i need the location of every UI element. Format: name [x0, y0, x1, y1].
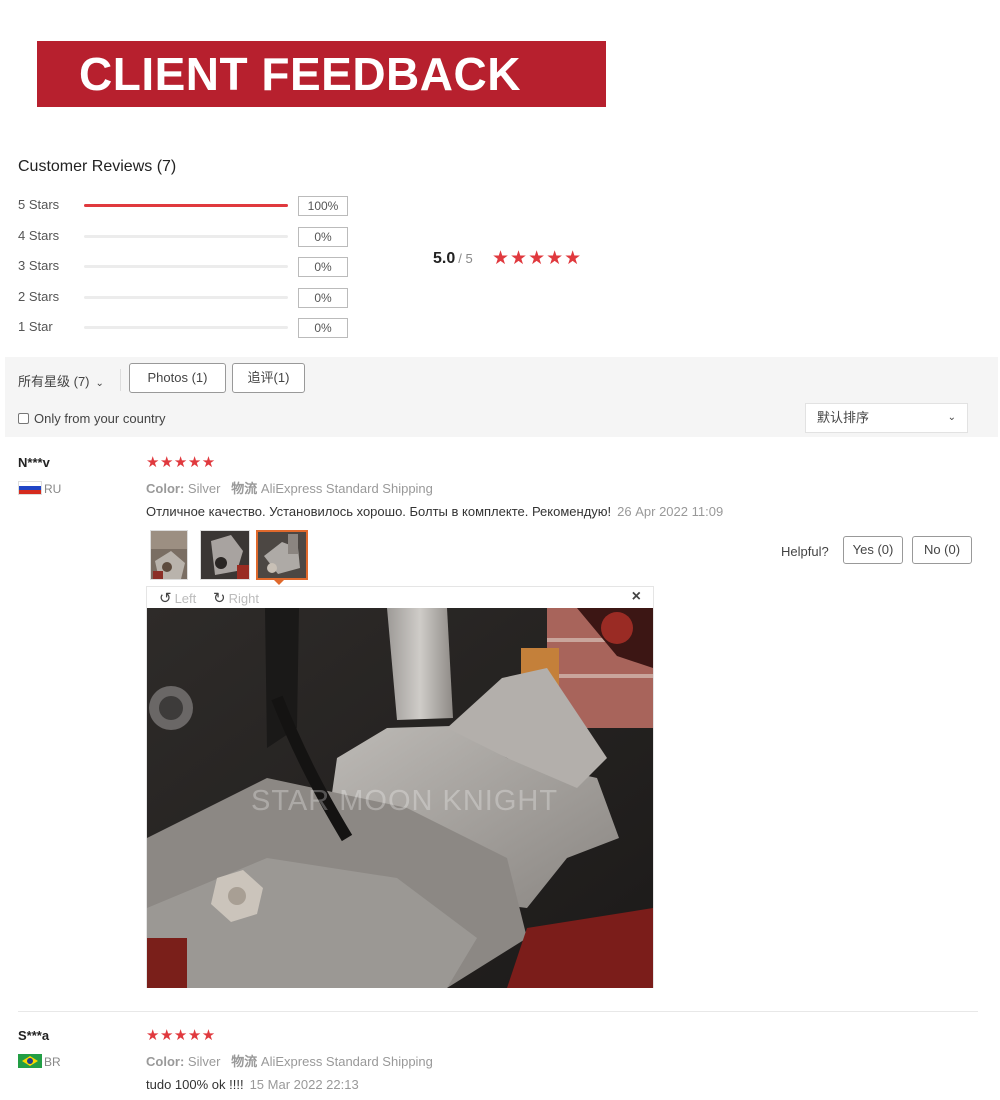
color-key: Color:	[146, 1054, 185, 1069]
rating-filter-label: 所有星级 (7)	[18, 374, 90, 389]
review-text: Отличное качество. Установилось хорошо. …	[146, 504, 612, 519]
color-value: Silver	[187, 1054, 221, 1069]
review-divider	[18, 1011, 978, 1012]
shipping-key: 物流	[231, 1054, 258, 1069]
rating-label: 5 Stars	[18, 197, 60, 212]
review-date: 26 Apr 2022 11:09	[617, 504, 724, 519]
rating-percent: 0%	[298, 318, 348, 338]
followup-filter-button[interactable]: 追评(1)	[232, 363, 305, 393]
review-photo-thumbnail[interactable]	[150, 530, 188, 580]
country-filter-label: Only from your country	[34, 411, 166, 426]
rating-bar-track	[84, 235, 288, 238]
rating-label: 2 Stars	[18, 289, 60, 304]
rating-row-5[interactable]: 5 Stars 100%	[18, 196, 358, 216]
rating-label: 1 Star	[18, 319, 53, 334]
country-code: BR	[44, 1055, 61, 1069]
reviewer-country: BR	[18, 1054, 61, 1069]
sort-select[interactable]: 默认排序 ⌄	[805, 403, 968, 433]
chevron-down-icon: ⌄	[947, 412, 956, 423]
rating-label: 4 Stars	[18, 228, 60, 243]
review-meta: Color: Silver 物流 AliExpress Standard Shi…	[146, 478, 433, 497]
country-code: RU	[44, 482, 62, 496]
helpful-label: Helpful?	[781, 544, 829, 559]
country-filter[interactable]: Only from your country	[18, 411, 166, 426]
review-text: tudo 100% ok !!!!	[146, 1077, 244, 1092]
rating-row-4[interactable]: 4 Stars 0%	[18, 227, 358, 247]
rating-bar-track	[84, 204, 288, 207]
reviewer-name: N***v	[18, 455, 50, 470]
average-out-of: / 5	[458, 251, 473, 266]
photo-viewer-toolbar: ↺ Left ↻ Right ×	[147, 587, 653, 608]
close-icon[interactable]: ×	[632, 588, 641, 606]
review-photo-large: STAR MOON KNIGHT	[147, 608, 653, 988]
average-rating: 5.0/ 5	[433, 250, 473, 268]
helpful-no-button[interactable]: No (0)	[912, 536, 972, 564]
rating-percent: 0%	[298, 288, 348, 308]
checkbox-icon[interactable]	[18, 413, 29, 424]
color-key: Color:	[146, 481, 185, 496]
shipping-value: AliExpress Standard Shipping	[260, 1054, 433, 1069]
rotate-right-icon: ↻	[213, 590, 226, 607]
helpful-yes-button[interactable]: Yes (0)	[843, 536, 903, 564]
reviews-summary-title: Customer Reviews (7)	[18, 158, 177, 175]
rating-bar-fill	[84, 204, 288, 207]
rotate-right-button[interactable]: ↻ Right	[213, 589, 259, 607]
reviewer-name: S***a	[18, 1028, 50, 1043]
rating-bar-track	[84, 326, 288, 329]
average-score: 5.0	[433, 250, 456, 267]
rating-percent: 0%	[298, 227, 348, 247]
rating-row-2[interactable]: 2 Stars 0%	[18, 288, 358, 308]
brazil-flag-icon	[18, 1054, 42, 1068]
review-photo-thumbnail[interactable]	[200, 530, 250, 580]
shipping-value: AliExpress Standard Shipping	[260, 481, 433, 496]
filter-divider	[120, 369, 121, 391]
russia-flag-icon	[18, 481, 42, 495]
review-date: 15 Mar 2022 22:13	[249, 1077, 359, 1092]
shipping-key: 物流	[231, 481, 258, 496]
average-stars-icon: ★★★★★	[492, 248, 583, 269]
selected-thumbnail-indicator	[273, 579, 285, 585]
chevron-down-icon: ⌄	[95, 378, 104, 389]
sort-select-label: 默认排序	[817, 410, 870, 425]
review-stars-icon: ★★★★★	[146, 1027, 216, 1044]
review-text-row: tudo 100% ok !!!! 15 Mar 2022 22:13	[146, 1077, 359, 1092]
rating-percent: 0%	[298, 257, 348, 277]
rating-bar-track	[84, 296, 288, 299]
review-stars-icon: ★★★★★	[146, 454, 216, 471]
color-value: Silver	[187, 481, 221, 496]
photo-watermark: STAR MOON KNIGHT	[251, 785, 559, 817]
client-feedback-banner: CLIENT FEEDBACK	[37, 41, 606, 107]
rating-row-3[interactable]: 3 Stars 0%	[18, 257, 358, 277]
photo-viewer: ↺ Left ↻ Right × STAR MOON KNIGHT	[146, 586, 654, 988]
rating-row-1[interactable]: 1 Star 0%	[18, 318, 358, 338]
photos-filter-button[interactable]: Photos (1)	[129, 363, 226, 393]
rating-percent: 100%	[298, 196, 348, 216]
review-filter-bar: 所有星级 (7) ⌄ Photos (1) 追评(1) Only from you…	[5, 357, 998, 437]
rating-filter-select[interactable]: 所有星级 (7) ⌄	[18, 371, 104, 390]
review-photo-thumbnail-selected[interactable]	[256, 530, 308, 580]
rotate-right-label: Right	[228, 591, 259, 606]
rotate-left-button[interactable]: ↺ Left	[159, 589, 196, 607]
banner-title: CLIENT FEEDBACK	[79, 48, 521, 100]
rating-bar-track	[84, 265, 288, 268]
rating-label: 3 Stars	[18, 258, 60, 273]
review-meta: Color: Silver 物流 AliExpress Standard Shi…	[146, 1051, 433, 1070]
reviewer-country: RU	[18, 481, 61, 496]
rotate-left-label: Left	[174, 591, 197, 606]
review-text-row: Отличное качество. Установилось хорошо. …	[146, 504, 723, 519]
rotate-left-icon: ↺	[159, 590, 172, 607]
